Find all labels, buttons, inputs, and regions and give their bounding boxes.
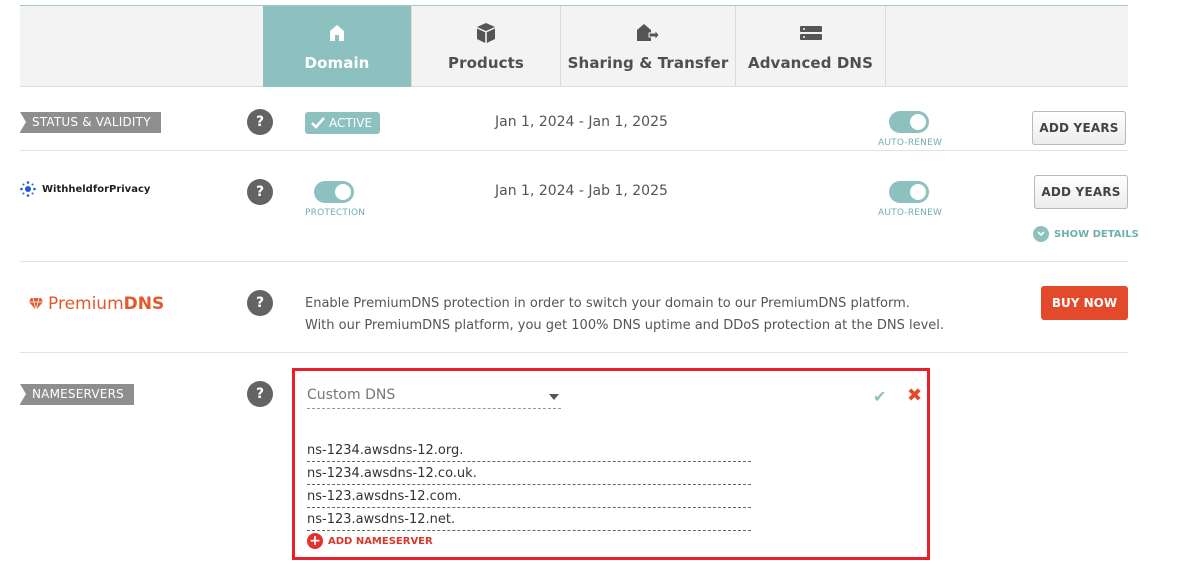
nameserver-input[interactable]: ns-1234.awsdns-12.org. — [307, 439, 751, 462]
status-validity-tag: STATUS & VALIDITY — [20, 112, 161, 133]
check-icon — [311, 117, 325, 129]
toggle-knob — [910, 184, 926, 200]
add-years-button[interactable]: ADD YEARS — [1032, 111, 1126, 145]
add-nameserver-button[interactable]: + ADD NAMESERVER — [307, 533, 433, 549]
caret-down-icon — [549, 394, 559, 400]
status-badge-label: ACTIVE — [329, 116, 373, 130]
protection-label: PROTECTION — [305, 208, 366, 218]
buy-now-button[interactable]: BUY NOW — [1041, 286, 1128, 320]
premium-logo-suffix: DNS — [123, 294, 165, 314]
withheld-privacy-logo: WithheldforPrivacy — [20, 181, 150, 197]
tab-label: Advanced DNS — [748, 54, 873, 72]
dns-type-select[interactable]: Custom DNS — [307, 387, 561, 409]
tab-domain[interactable]: Domain — [263, 6, 412, 87]
divider — [20, 261, 1128, 262]
save-check-icon[interactable]: ✔ — [873, 387, 886, 406]
help-premium-icon[interactable]: ? — [247, 290, 273, 316]
show-details-link[interactable]: SHOW DETAILS — [1033, 226, 1139, 242]
box-icon — [476, 22, 496, 44]
help-status-icon[interactable]: ? — [247, 109, 273, 135]
nameserver-input[interactable]: ns-1234.awsdns-12.co.uk. — [307, 462, 751, 485]
premiumdns-logo: PremiumDNS — [28, 294, 164, 314]
plus-icon: + — [307, 533, 323, 549]
tab-label: Products — [448, 54, 524, 72]
nameservers-tag: NAMESERVERS — [20, 384, 134, 405]
nameservers-editor: Custom DNS ✔ ✖ ns-1234.awsdns-12.org. ns… — [292, 368, 930, 560]
privacy-autorenew-toggle[interactable] — [889, 181, 929, 203]
domain-tabs: Domain Products Sharing & Transfer Advan… — [20, 5, 1128, 87]
toggle-knob — [335, 184, 351, 200]
nameserver-input[interactable]: ns-123.awsdns-12.com. — [307, 485, 751, 508]
divider — [20, 352, 1128, 353]
toggle-knob — [910, 114, 926, 130]
nameserver-input[interactable]: ns-123.awsdns-12.net. — [307, 508, 751, 531]
nameserver-list: ns-1234.awsdns-12.org. ns-1234.awsdns-12… — [307, 439, 751, 531]
chevron-down-icon — [1033, 226, 1049, 242]
privacy-logo-text: WithheldforPrivacy — [42, 183, 151, 195]
diamond-icon — [29, 297, 43, 311]
tab-label: Domain — [304, 54, 370, 72]
tab-products[interactable]: Products — [412, 6, 561, 87]
premium-logo-prefix: Premium — [48, 294, 124, 314]
autorenew-label: AUTO-RENEW — [878, 138, 943, 148]
privacy-add-years-button[interactable]: ADD YEARS — [1034, 175, 1128, 209]
protection-toggle[interactable] — [314, 181, 354, 203]
divider — [20, 150, 1128, 151]
tab-sharing-transfer[interactable]: Sharing & Transfer — [561, 6, 736, 87]
home-icon — [329, 22, 345, 44]
status-dates: Jan 1, 2024 - Jan 1, 2025 — [495, 114, 668, 130]
transfer-icon — [636, 22, 660, 44]
status-badge: ACTIVE — [305, 112, 381, 134]
dns-type-value: Custom DNS — [307, 387, 396, 403]
cancel-close-icon[interactable]: ✖ — [907, 385, 922, 406]
help-nameservers-icon[interactable]: ? — [247, 381, 273, 407]
autorenew-toggle[interactable] — [889, 111, 929, 133]
tab-label: Sharing & Transfer — [567, 54, 729, 72]
server-icon — [799, 22, 823, 44]
premium-line-2: With our PremiumDNS platform, you get 10… — [305, 318, 945, 333]
privacy-logo-icon — [20, 181, 36, 197]
help-privacy-icon[interactable]: ? — [247, 179, 273, 205]
show-details-label: SHOW DETAILS — [1054, 228, 1139, 240]
tab-advanced-dns[interactable]: Advanced DNS — [736, 6, 886, 87]
premium-line-1: Enable PremiumDNS protection in order to… — [305, 296, 910, 311]
privacy-autorenew-label: AUTO-RENEW — [878, 208, 943, 218]
add-nameserver-label: ADD NAMESERVER — [328, 535, 433, 547]
premium-description: Enable PremiumDNS protection in order to… — [305, 293, 944, 337]
privacy-dates: Jan 1, 2024 - Jab 1, 2025 — [495, 183, 668, 199]
